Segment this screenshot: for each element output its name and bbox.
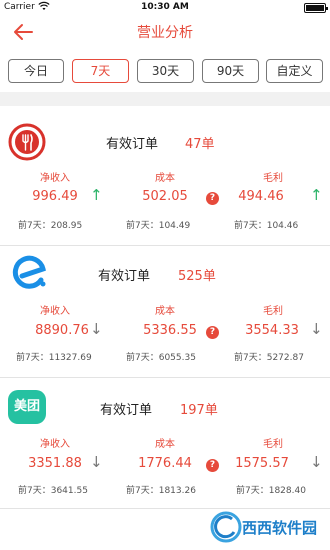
trend-up-icon: ↑ xyxy=(90,186,103,204)
tab-90days[interactable]: 90天 xyxy=(202,59,259,83)
platform-section-3[interactable]: 美团 有效订单 197单 净收入 3351.88 ↓ 前7天：3641.55 成… xyxy=(0,382,330,507)
cost-prev: 前7天：6055.35 xyxy=(126,353,196,363)
section-divider xyxy=(0,92,330,106)
cost-label: 成本 xyxy=(155,439,175,450)
orders-count: 47单 xyxy=(185,137,215,152)
platform-section-2[interactable]: 有效订单 525单 净收入 8890.76 ↓ 前7天：11327.69 成本 … xyxy=(0,250,330,375)
orders-count: 197单 xyxy=(180,403,218,418)
nav-bar: 营业分析 xyxy=(0,16,330,48)
trend-down-icon: ↓ xyxy=(90,453,103,471)
tab-7days[interactable]: 7天 xyxy=(72,59,129,83)
status-bar: Carrier 10:30 AM xyxy=(0,0,330,16)
profit-prev: 前7天：5272.87 xyxy=(234,353,304,363)
divider-line xyxy=(0,245,330,246)
help-icon[interactable]: ? xyxy=(206,459,219,472)
income-label: 净收入 xyxy=(40,173,70,184)
tab-custom[interactable]: 自定义 xyxy=(266,59,323,83)
cost-prev: 前7天：1813.26 xyxy=(126,486,196,496)
divider-line xyxy=(0,377,330,378)
tab-today[interactable]: 今日 xyxy=(8,59,64,83)
income-label: 净收入 xyxy=(40,306,70,317)
battery-icon xyxy=(304,3,328,13)
period-tabs: 今日 7天 30天 90天 自定义 xyxy=(0,59,330,83)
income-label: 净收入 xyxy=(40,439,70,450)
profit-label: 毛利 xyxy=(263,439,283,450)
profit-label: 毛利 xyxy=(263,173,283,184)
restaurant-fork-logo-icon xyxy=(8,123,46,161)
help-icon[interactable]: ? xyxy=(206,326,219,339)
cost-label: 成本 xyxy=(155,173,175,184)
profit-prev: 前7天：104.46 xyxy=(234,221,299,231)
income-prev: 前7天：208.95 xyxy=(18,221,83,231)
profit-prev: 前7天：1828.40 xyxy=(236,486,306,496)
income-value: 3351.88 xyxy=(28,456,82,471)
income-value: 996.49 xyxy=(32,189,78,204)
cost-prev: 前7天：104.49 xyxy=(126,221,191,231)
eleme-logo-icon xyxy=(10,254,48,292)
trend-down-icon: ↓ xyxy=(90,320,103,338)
orders-count: 525单 xyxy=(178,269,216,284)
income-prev: 前7天：11327.69 xyxy=(16,353,92,363)
profit-label: 毛利 xyxy=(263,306,283,317)
status-time: 10:30 AM xyxy=(141,2,189,12)
cost-value: 1776.44 xyxy=(138,456,192,471)
divider-line xyxy=(0,508,330,509)
orders-label: 有效订单 xyxy=(106,137,159,152)
page-title: 营业分析 xyxy=(137,25,193,41)
orders-label: 有效订单 xyxy=(100,403,153,418)
watermark-text: 西西软件园 xyxy=(242,519,317,537)
meituan-logo-icon: 美团 xyxy=(8,390,46,424)
profit-value: 3554.33 xyxy=(245,323,299,338)
help-icon[interactable]: ? xyxy=(206,192,219,205)
cost-value: 5336.55 xyxy=(143,323,197,338)
cost-label: 成本 xyxy=(155,306,175,317)
income-prev: 前7天：3641.55 xyxy=(18,486,88,496)
trend-down-icon: ↓ xyxy=(310,453,323,471)
trend-down-icon: ↓ xyxy=(310,320,323,338)
profit-value: 494.46 xyxy=(238,189,284,204)
watermark-logo: 西西软件园 xyxy=(210,510,320,544)
tab-30days[interactable]: 30天 xyxy=(137,59,194,83)
cost-value: 502.05 xyxy=(142,189,188,204)
profit-value: 1575.57 xyxy=(235,456,289,471)
orders-label: 有效订单 xyxy=(98,269,151,284)
trend-up-icon: ↑ xyxy=(310,186,323,204)
platform-section-1[interactable]: 有效订单 47单 净收入 996.49 ↑ 前7天：208.95 成本 502.… xyxy=(0,117,330,242)
